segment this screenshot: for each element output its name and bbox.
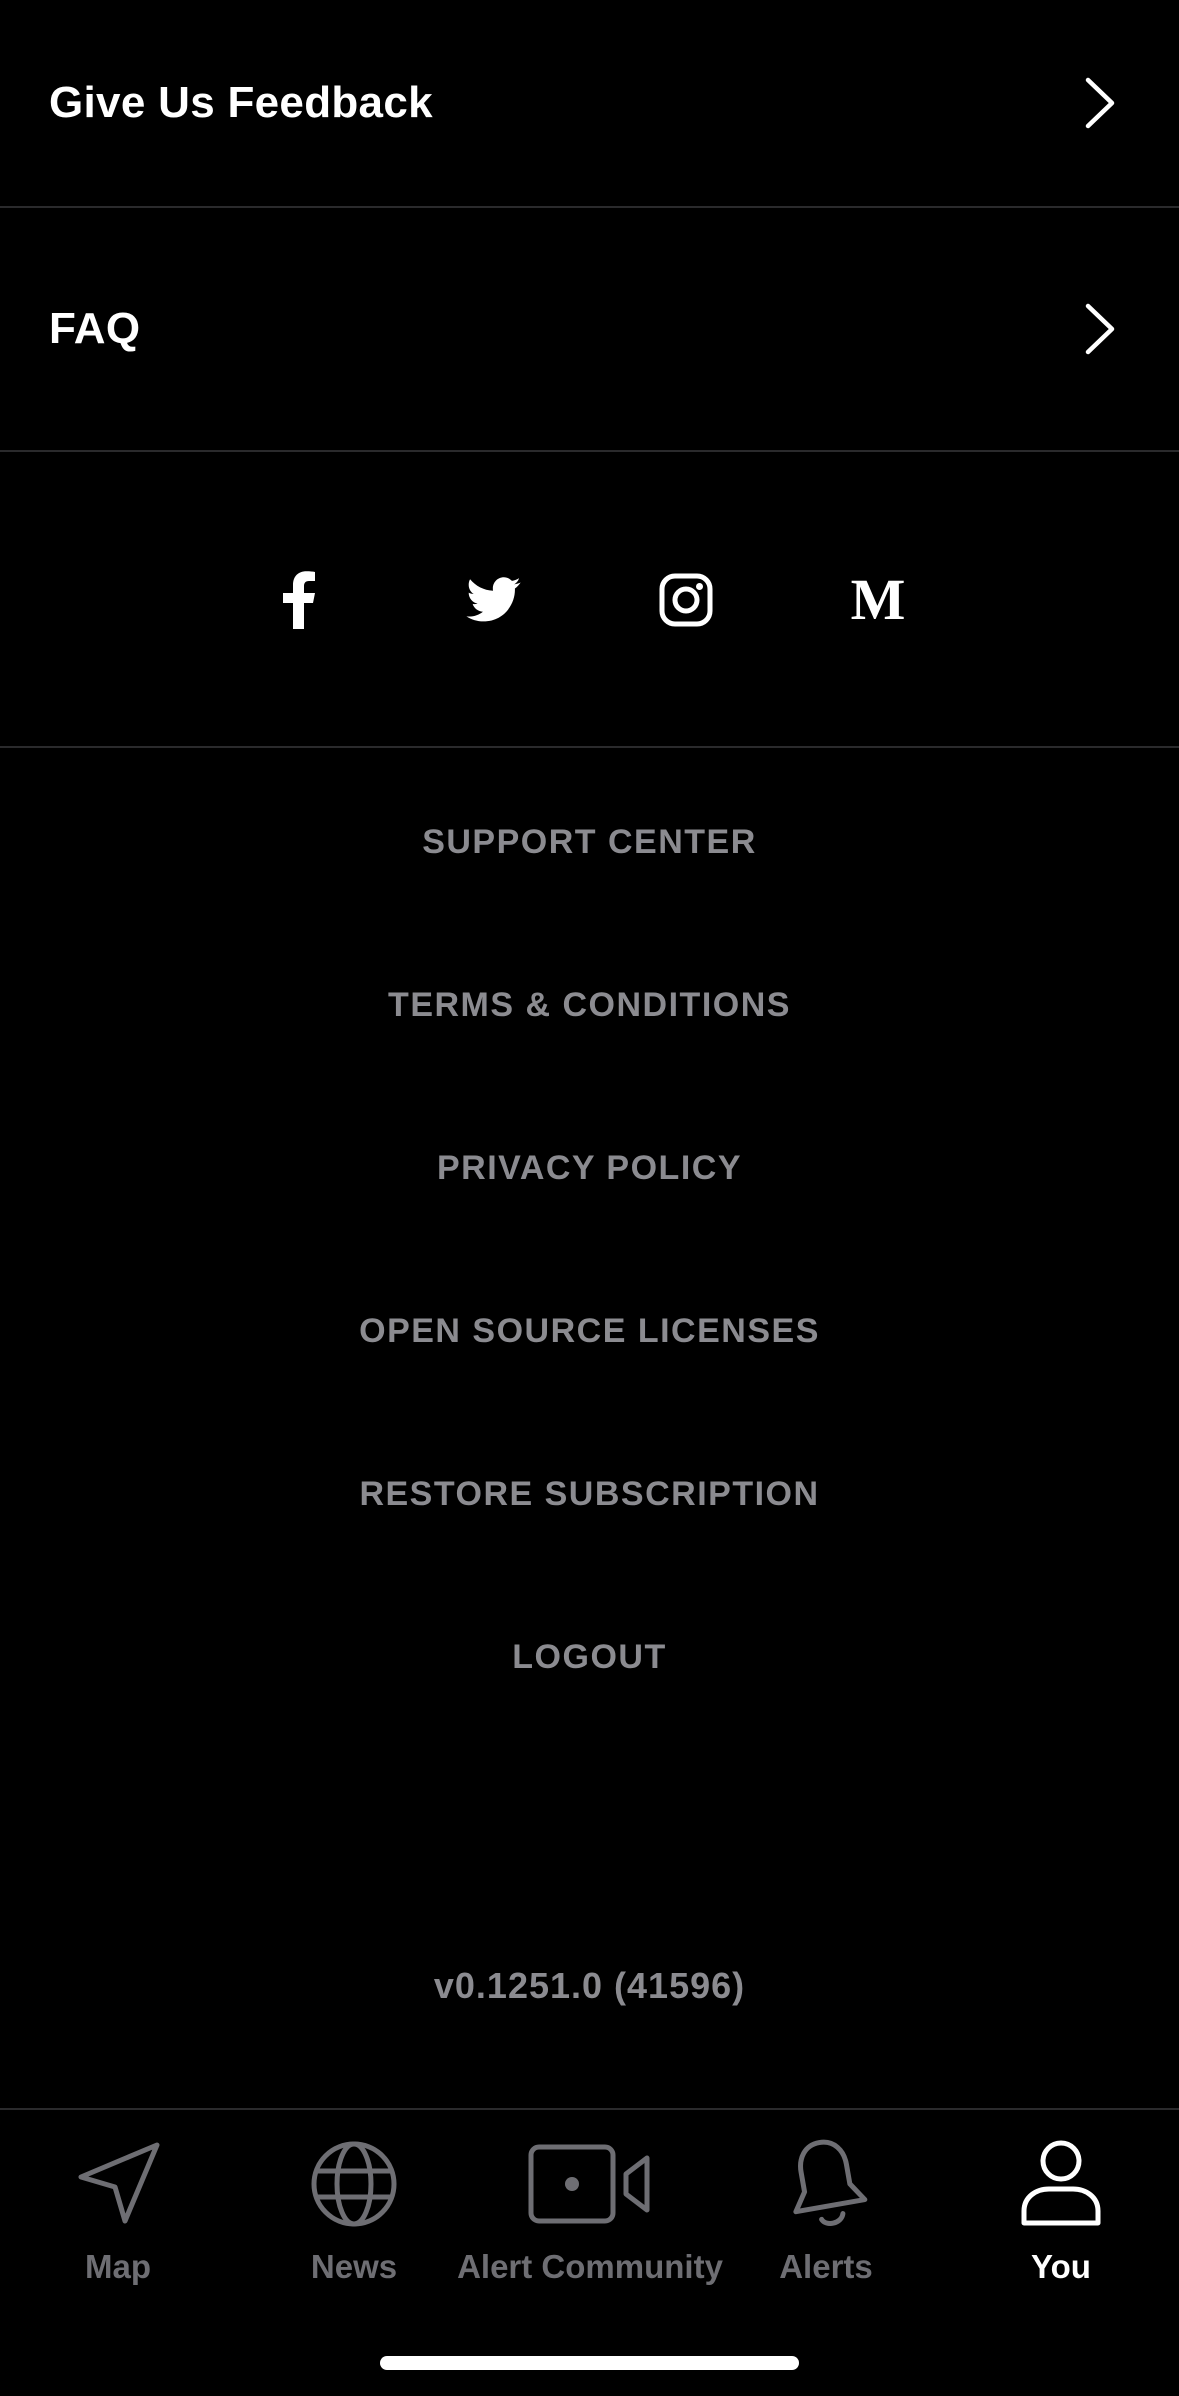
tab-you-label: You [1031,2248,1091,2285]
medium-icon[interactable]: M [848,570,908,630]
tab-you[interactable]: You [943,2110,1179,2310]
tab-bar: Map News Alert Community Alerts You [0,2108,1179,2396]
logout-link[interactable]: LOGOUT [0,1637,1179,1677]
give-feedback-label: Give Us Feedback [49,78,433,127]
terms-conditions-link[interactable]: TERMS & CONDITIONS [0,985,1179,1025]
bell-icon [776,2136,876,2232]
give-feedback-row[interactable]: Give Us Feedback [0,0,1179,208]
navigation-arrow-icon [68,2136,168,2232]
app-version: v0.1251.0 (41596) [433,1965,746,2006]
chevron-right-icon [1085,303,1115,355]
home-indicator[interactable] [380,2356,799,2370]
restore-subscription-link[interactable]: RESTORE SUBSCRIPTION [0,1474,1179,1514]
privacy-policy-link[interactable]: PRIVACY POLICY [0,1148,1179,1188]
globe-icon [304,2136,404,2232]
instagram-icon[interactable] [656,570,716,630]
twitter-icon[interactable] [464,570,524,630]
video-camera-icon [525,2136,655,2232]
social-links: M [0,452,1179,748]
open-source-licenses-link[interactable]: OPEN SOURCE LICENSES [0,1311,1179,1351]
support-center-link[interactable]: SUPPORT CENTER [0,822,1179,862]
person-icon [1011,2136,1111,2232]
faq-label: FAQ [49,304,141,353]
facebook-icon[interactable] [268,570,328,630]
faq-row[interactable]: FAQ [0,208,1179,452]
chevron-right-icon [1085,77,1115,129]
